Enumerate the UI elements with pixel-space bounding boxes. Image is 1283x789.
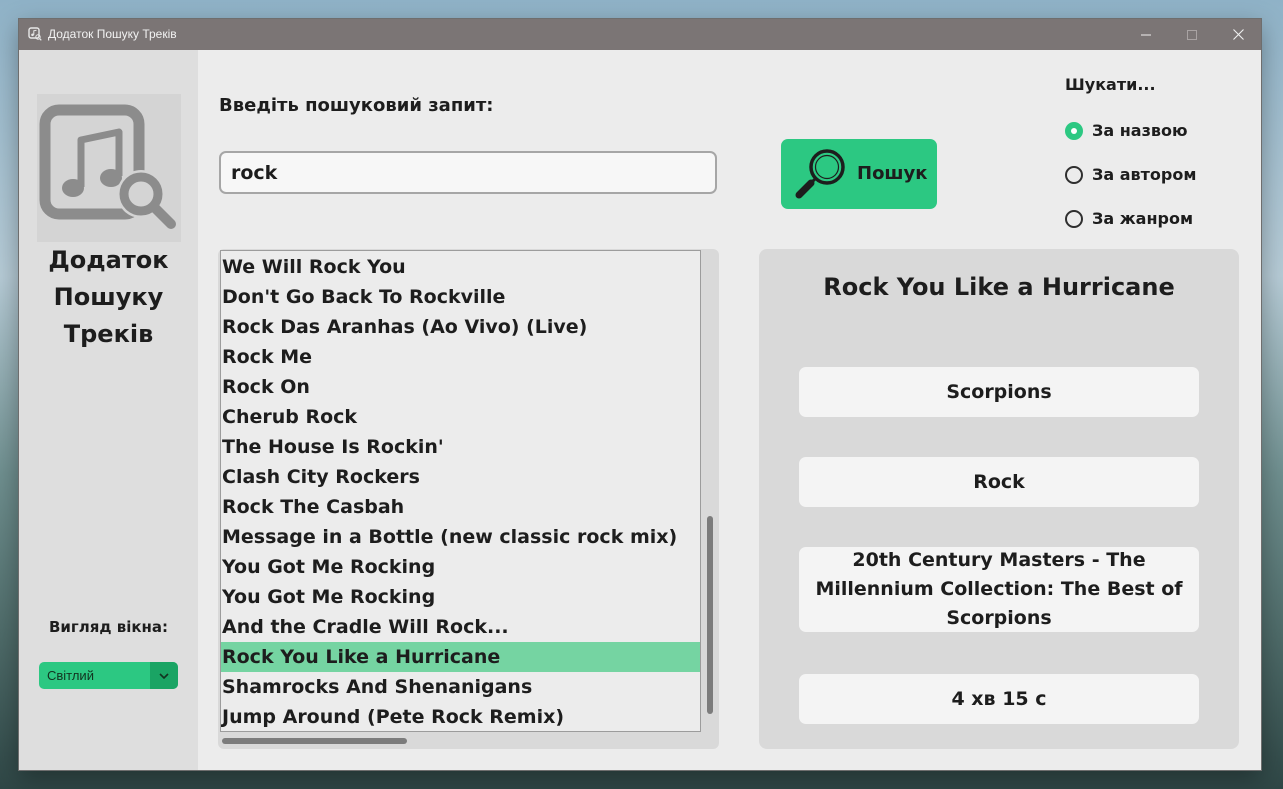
radio-indicator[interactable] <box>1065 121 1083 140</box>
query-label: Введіть пошуковий запит: <box>219 95 494 116</box>
list-item[interactable]: Rock You Like a Hurricane <box>221 642 700 672</box>
list-item[interactable]: Jump Around (Pete Rock Remix) <box>221 702 700 731</box>
close-icon <box>1232 29 1244 40</box>
list-item[interactable]: And the Cradle Will Rock... <box>221 612 700 642</box>
list-item[interactable]: Cherub Rock <box>221 402 700 432</box>
theme-label: Вигляд вікна: <box>48 618 169 636</box>
maximize-button[interactable] <box>1169 19 1215 50</box>
track-artist: Scorpions <box>799 367 1199 417</box>
close-button[interactable] <box>1215 19 1261 50</box>
radio-label: За жанром <box>1092 209 1194 228</box>
scrollbar-thumb[interactable] <box>707 516 713 714</box>
theme-select-arrow[interactable] <box>150 662 178 689</box>
radio-by-author[interactable]: За автором <box>1065 165 1196 184</box>
list-item[interactable]: We Will Rock You <box>221 252 700 282</box>
radio-indicator[interactable] <box>1065 165 1083 184</box>
track-album: 20th Century Masters - The Millennium Co… <box>799 547 1199 632</box>
scrollbar-thumb[interactable] <box>222 738 407 744</box>
music-search-icon <box>39 104 176 229</box>
list-item[interactable]: The House Is Rockin' <box>221 432 700 462</box>
app-name-line: Пошуку <box>53 283 164 311</box>
list-item[interactable]: Don't Go Back To Rockville <box>221 282 700 312</box>
radio-label: За назвою <box>1092 121 1188 140</box>
track-details-panel: Rock You Like a Hurricane Scorpions Rock… <box>759 249 1239 749</box>
theme-select-value: Світлий <box>47 668 94 683</box>
sidebar: Додаток Пошуку Треків Вигляд вікна: Світ… <box>19 50 198 770</box>
list-item[interactable]: Clash City Rockers <box>221 462 700 492</box>
search-by-label: Шукати... <box>1065 75 1156 94</box>
list-item[interactable]: Rock Das Aranhas (Ao Vivo) (Live) <box>221 312 700 342</box>
results-list[interactable]: We Will Rock You Don't Go Back To Rockvi… <box>220 250 701 732</box>
list-item[interactable]: Rock Me <box>221 342 700 372</box>
list-item[interactable]: Shamrocks And Shenanigans <box>221 672 700 702</box>
app-name: Додаток Пошуку Треків <box>19 242 198 353</box>
results-horizontal-scrollbar[interactable] <box>222 736 700 746</box>
minimize-icon <box>1141 34 1151 35</box>
track-title: Rock You Like a Hurricane <box>823 273 1175 301</box>
maximize-icon <box>1187 29 1197 40</box>
app-icon <box>28 27 42 41</box>
list-item[interactable]: You Got Me Rocking <box>221 582 700 612</box>
radio-by-genre[interactable]: За жанром <box>1065 209 1193 228</box>
radio-indicator[interactable] <box>1065 209 1083 228</box>
title-bar[interactable]: Додаток Пошуку Треків <box>19 19 1261 50</box>
list-item[interactable]: You Got Me Rocking <box>221 552 700 582</box>
app-name-line: Треків <box>63 320 154 348</box>
list-item[interactable]: Message in a Bottle (new classic rock mi… <box>221 522 700 552</box>
list-item[interactable]: Rock The Casbah <box>221 492 700 522</box>
app-name-line: Додаток <box>48 246 169 274</box>
search-icon <box>795 149 845 199</box>
results-vertical-scrollbar[interactable] <box>705 252 715 730</box>
chevron-down-icon <box>159 672 169 679</box>
track-duration: 4 хв 15 с <box>799 674 1199 724</box>
app-window: Додаток Пошуку Треків Додаток Пошуку Тре… <box>19 19 1261 770</box>
search-input[interactable] <box>219 151 717 194</box>
app-logo <box>37 94 181 242</box>
radio-label: За автором <box>1092 165 1197 184</box>
search-button[interactable]: Пошук <box>781 139 937 209</box>
theme-select[interactable]: Світлий <box>39 662 178 689</box>
track-genre: Rock <box>799 457 1199 507</box>
window-title: Додаток Пошуку Треків <box>48 27 177 41</box>
search-button-label: Пошук <box>857 163 928 184</box>
list-item[interactable]: Rock On <box>221 372 700 402</box>
minimize-button[interactable] <box>1123 19 1169 50</box>
radio-by-title[interactable]: За назвою <box>1065 121 1188 140</box>
